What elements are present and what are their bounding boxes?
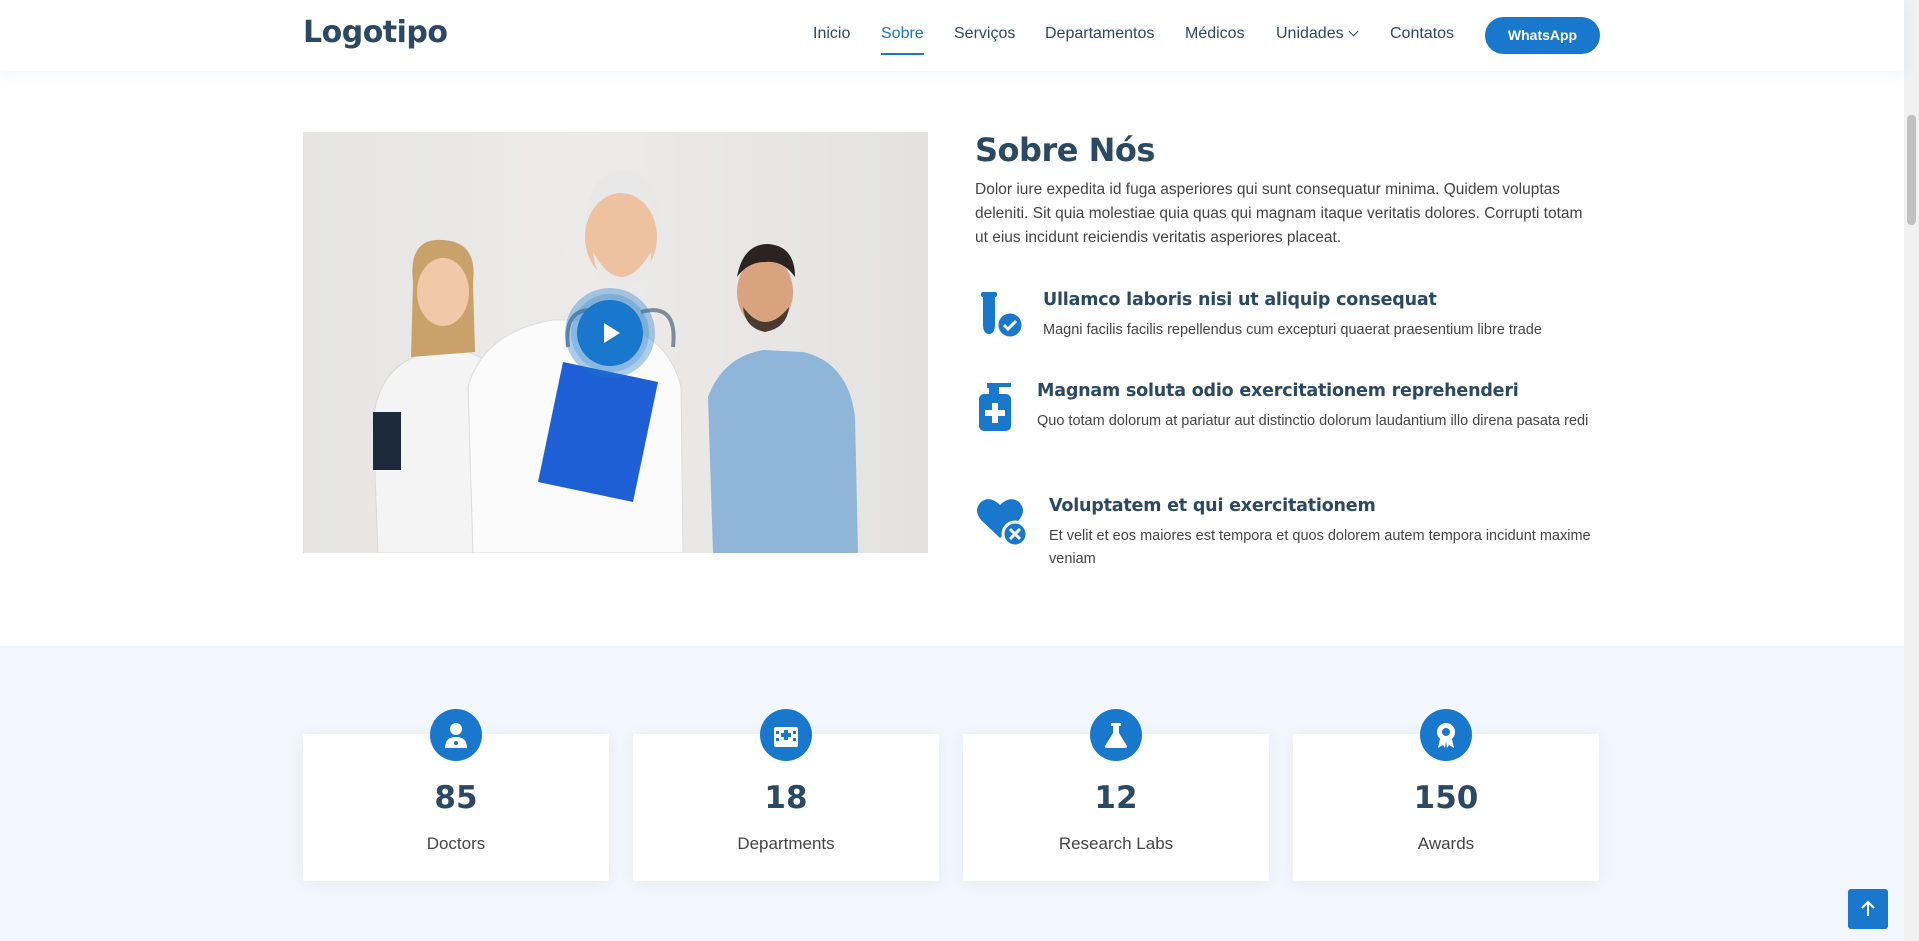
about-text: Dolor iure expedita id fuga asperiores q… [975,181,1583,246]
arrow-up-icon [1861,900,1875,916]
nav-item-unidades[interactable]: Unidades [1276,25,1359,43]
stat-value: 18 [764,780,808,816]
nav-item-servicos[interactable]: Serviços [954,25,1015,43]
stat-card-departments: 18 Departments [633,709,939,881]
doctors-photo [303,132,928,553]
about-title: Sobre Nós [975,131,1155,169]
stat-label: Departments [737,834,835,853]
stat-label: Doctors [426,834,486,853]
nav-item-departamentos[interactable]: Departamentos [1045,25,1154,43]
feature-title: Magnam soluta odio exercitationem repreh… [1037,381,1519,401]
main-nav: Inicio Sobre Serviços Departamentos Médi… [0,0,1904,71]
feature-item: Voluptatem et qui exercitationem Et veli… [975,496,1605,576]
award-icon [1437,723,1455,748]
stats-section: 85 Doctors 18 Departments 12 Research La… [0,646,1904,941]
feature-item: Magnam soluta odio exercitationem repreh… [975,381,1605,461]
stat-icon-badge [1090,709,1142,761]
test-tube-check-icon [981,292,1025,340]
stat-value: 12 [1094,780,1138,816]
doctor-icon [445,723,467,748]
nav-item-sobre[interactable]: Sobre [881,25,924,55]
feature-text: Et velit et eos maiores est tempora et q… [1049,528,1591,567]
scrollbar-thumb[interactable] [1907,115,1916,225]
stat-icon-badge [430,709,482,761]
page-scrollbar[interactable] [1904,0,1919,941]
stat-label: Awards [1417,834,1475,853]
feature-text: Magni facilis facilis repellendus cum ex… [1043,322,1542,338]
site-header: Logotipo Inicio Sobre Serviços Departame… [0,0,1904,71]
stat-card-doctors: 85 Doctors [303,709,609,881]
nav-item-unidades-label: Unidades [1276,25,1344,42]
play-video-button[interactable] [577,300,643,366]
chevron-down-icon [1348,26,1359,37]
stat-card-awards: 150 Awards [1293,709,1599,881]
nav-item-contatos[interactable]: Contatos [1390,25,1454,43]
stat-value: 85 [434,780,478,816]
stat-label: Research Labs [1058,834,1174,853]
feature-item: Ullamco laboris nisi ut aliquip consequa… [975,290,1605,360]
stat-icon-badge [1420,709,1472,761]
stat-value: 150 [1413,780,1479,816]
feature-title: Ullamco laboris nisi ut aliquip consequa… [1043,290,1437,310]
whatsapp-button[interactable]: WhatsApp [1485,17,1600,54]
stat-card-research-labs: 12 Research Labs [963,709,1269,881]
feature-text: Quo totam dolorum at pariatur aut distin… [1037,413,1589,429]
flask-icon [1104,723,1128,748]
hospital-icon [774,727,798,747]
feature-title: Voluptatem et qui exercitationem [1049,496,1376,516]
sanitizer-bottle-icon [979,383,1011,431]
heart-x-icon [977,499,1027,548]
stat-icon-badge [760,709,812,761]
back-to-top-button[interactable] [1848,889,1888,929]
nav-item-inicio[interactable]: Inicio [813,25,850,43]
nav-item-medicos[interactable]: Médicos [1185,25,1245,43]
